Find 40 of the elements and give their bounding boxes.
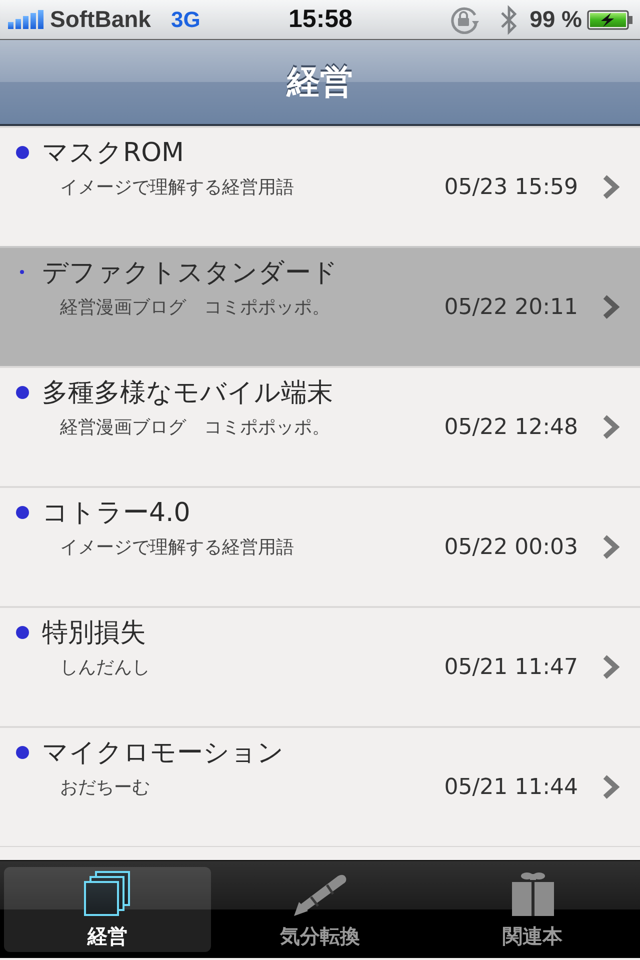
- article-date: 05/22 00:03: [444, 534, 578, 560]
- carrier-name: SoftBank: [50, 6, 151, 33]
- network-type: 3G: [170, 6, 200, 32]
- tab-button[interactable]: 気分転換: [216, 867, 424, 952]
- article-date: 05/21 11:44: [444, 774, 578, 800]
- article-title: デファクトスタンダード: [42, 256, 338, 290]
- clock-time: 15:58: [288, 5, 352, 34]
- chevron-icon: [602, 174, 620, 200]
- chevron-icon: [602, 414, 620, 440]
- stacked-squares-icon: [83, 871, 132, 917]
- article-date: 05/21 11:47: [444, 654, 578, 680]
- article-title: 多種多様なモバイル端末: [42, 376, 333, 410]
- signal-icon: [8, 10, 44, 29]
- gift-box-icon: [510, 871, 555, 917]
- article-source: 経営漫画ブログ コミポポッポ。: [60, 416, 331, 439]
- chevron-icon: [602, 534, 620, 560]
- article-source: イメージで理解する経営用語: [60, 176, 295, 199]
- chevron-icon: [602, 774, 620, 800]
- article-source: おだちーむ: [60, 776, 151, 799]
- article-date: 05/22 12:48: [444, 414, 578, 440]
- article-row[interactable]: デファクトスタンダード 経営漫画ブログ コミポポッポ。 05/22 20:11: [0, 246, 640, 366]
- bluetooth-icon: [500, 4, 518, 34]
- crayon-icon: [292, 873, 348, 917]
- article-title: マスクROM: [42, 136, 184, 170]
- article-source: 経営漫画ブログ コミポポッポ。: [60, 296, 331, 319]
- article-date: 05/22 20:11: [444, 294, 578, 320]
- battery-icon: [587, 10, 633, 30]
- tab-button[interactable]: 関連本: [429, 867, 636, 952]
- screen-title: 経営: [287, 60, 353, 102]
- article-date: 05/23 15:59: [444, 174, 578, 200]
- rotation-lock-icon: [450, 6, 480, 34]
- article-title: 特別損失: [42, 616, 146, 650]
- tab-button[interactable]: 経営: [4, 867, 211, 952]
- chevron-icon: [602, 654, 620, 680]
- article-source: イメージで理解する経営用語: [60, 536, 295, 559]
- article-title: コトラー4.0: [42, 496, 190, 530]
- battery-percentage: 99 %: [530, 6, 582, 33]
- article-title: マイクロモーション: [42, 736, 284, 770]
- article-source: しんだんし: [60, 656, 151, 679]
- chevron-icon: [602, 294, 620, 320]
